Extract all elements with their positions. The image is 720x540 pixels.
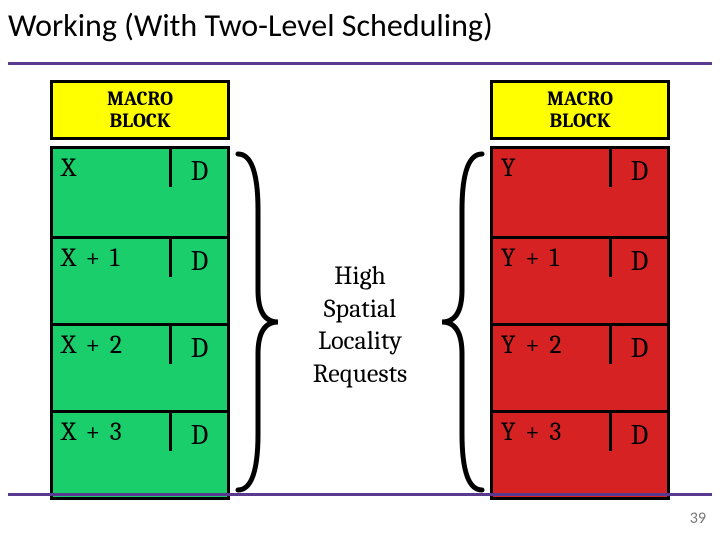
block-row: Y + 2 D [493,323,667,410]
block-row: X + 3 D [53,410,227,497]
macro-block-header-left: MACROBLOCK [50,80,230,140]
page-number: 39 [690,509,706,528]
block-row: X D [53,149,227,236]
row-data: D [169,239,227,277]
center-caption: HighSpatialLocalityRequests [280,260,440,390]
row-data: D [609,239,667,277]
row-addr: X + 2 [53,326,169,360]
block-row: X + 1 D [53,236,227,323]
block-row: Y + 3 D [493,410,667,497]
row-data: D [609,149,667,187]
row-addr: X + 3 [53,413,169,447]
row-data: D [169,413,227,451]
row-addr: Y + 2 [493,326,609,360]
title-rule [8,62,712,65]
row-data: D [609,413,667,451]
row-addr: Y [493,149,609,183]
row-data: D [169,149,227,187]
brace-right-icon [438,150,486,494]
slide-title: Working (With Two-Level Scheduling) [8,6,493,45]
row-data: D [169,326,227,364]
row-addr: X + 1 [53,239,169,273]
macro-block-header-right: MACROBLOCK [490,80,670,140]
bottom-rule [8,493,712,496]
block-row: Y + 1 D [493,236,667,323]
row-addr: Y + 1 [493,239,609,273]
slide: Working (With Two-Level Scheduling) MACR… [0,0,720,540]
row-addr: Y + 3 [493,413,609,447]
macro-block-right: Y D Y + 1 D Y + 2 D Y + 3 D [490,146,670,500]
brace-left-icon [234,150,282,494]
row-addr: X [53,149,169,183]
block-row: X + 2 D [53,323,227,410]
row-data: D [609,326,667,364]
macro-block-left: X D X + 1 D X + 2 D X + 3 D [50,146,230,500]
block-row: Y D [493,149,667,236]
